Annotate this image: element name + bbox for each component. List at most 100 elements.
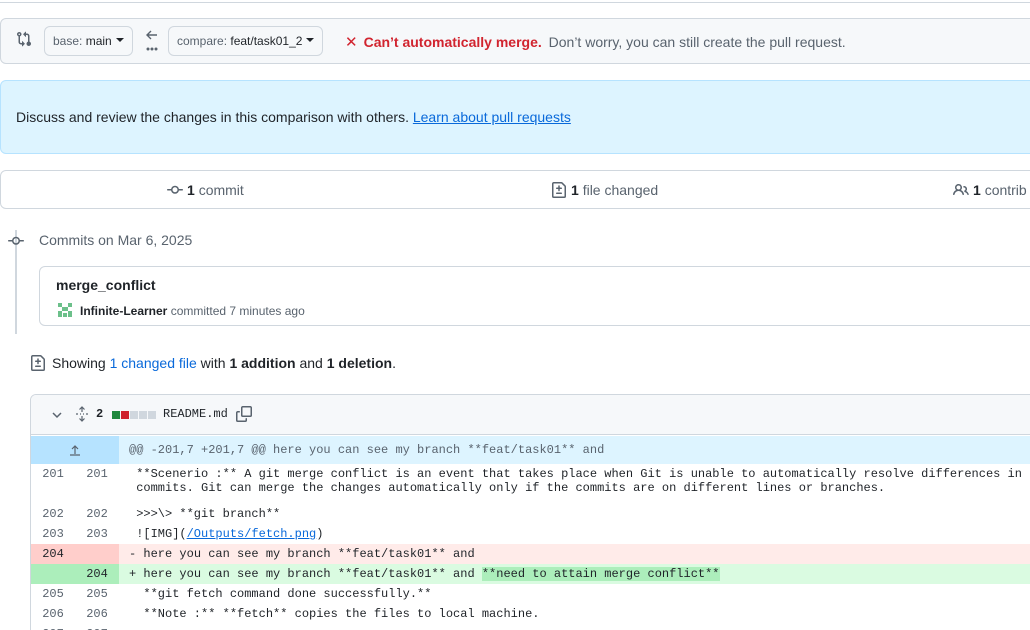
commit-author-link[interactable]: Infinite-Learner: [80, 304, 167, 318]
line-code: + here you can see my branch **feat/task…: [119, 564, 1030, 584]
file-diff: 2 README.md @@ -201,7 +201,7 @@ here you…: [30, 394, 1030, 630]
chevron-down-icon[interactable]: [51, 409, 63, 421]
commits-label: commit: [198, 182, 244, 198]
diffstat-block-neutral: [148, 411, 156, 419]
people-icon: [953, 183, 969, 196]
diff-table: @@ -201,7 +201,7 @@ here you can see my …: [31, 436, 1030, 630]
line-code: **git fetch command done successfully.**: [129, 587, 432, 601]
added-line: 204 + here you can see my branch **feat/…: [31, 564, 1030, 584]
copy-icon[interactable]: [236, 406, 252, 422]
line-code: - here you can see my branch **feat/task…: [119, 544, 1030, 564]
line-code: **Note :** **fetch** copies the files to…: [129, 607, 540, 621]
line-text: ![IMG](: [129, 527, 187, 541]
top-divider: [0, 0, 1030, 3]
file-diff-icon: [552, 182, 566, 198]
line-text: **Scenerio :** A git merge conflict is a…: [129, 467, 1022, 481]
files-changed-tab[interactable]: 1 file changed: [551, 182, 658, 198]
additions-count: 1 addition: [229, 355, 296, 371]
line-text: commits. Git can merge the changes autom…: [129, 481, 886, 495]
new-line-number[interactable]: 204: [75, 564, 119, 584]
unfold-icon[interactable]: [75, 406, 89, 422]
contributors-count: 1: [973, 182, 981, 198]
image-path-link: /Outputs/fetch.png: [186, 527, 317, 541]
compare-summary-bar: 1 commit 1 file changed 1 contrib: [0, 170, 1030, 209]
showing-with: with: [200, 355, 226, 371]
line-text: here you can see my branch **feat/task01…: [136, 567, 482, 581]
caret-down-icon: [306, 38, 315, 43]
changed-files-link[interactable]: 1 changed file: [110, 355, 197, 371]
avatar[interactable]: [56, 301, 74, 319]
diff-line: 206 206 **Note :** **fetch** copies the …: [31, 604, 1030, 624]
info-text-line: Discuss and review the changes in this c…: [16, 109, 571, 125]
arrow-left-icon: [146, 30, 158, 51]
merge-status-text: Don’t worry, you can still create the pu…: [548, 34, 846, 50]
hunk-header-row: @@ -201,7 +201,7 @@ here you can see my …: [31, 436, 1030, 464]
diffstat-blocks: [112, 411, 157, 419]
git-compare-icon: [17, 31, 32, 47]
old-line-number[interactable]: 206: [31, 604, 75, 624]
diffstat-block-del: [121, 411, 129, 419]
merge-status: ✕ Can’t automatically merge. Don’t worry,…: [345, 33, 846, 51]
new-line-number[interactable]: 207: [75, 624, 119, 630]
git-commit-icon: [167, 185, 183, 194]
commits-tab[interactable]: 1 commit: [167, 182, 244, 198]
diff-line: 202 202 >>>\> **git branch**: [31, 504, 1030, 524]
diff-line: 207 207: [31, 624, 1030, 630]
hunk-header: @@ -201,7 +201,7 @@ here you can see my …: [129, 443, 605, 457]
diffstat-block-neutral: [130, 411, 138, 419]
new-line-number[interactable]: [75, 544, 119, 564]
diff-line: 203 203 ![IMG](/Outputs/fetch.png): [31, 524, 1030, 544]
x-icon: ✕: [345, 34, 358, 51]
diff-line: 201 201 **Scenerio :** A git merge confl…: [31, 464, 1030, 504]
base-label: base:: [53, 34, 83, 48]
old-line-number[interactable]: [31, 564, 75, 584]
old-line-number[interactable]: 207: [31, 624, 75, 630]
line-text: here you can see my branch **feat/task01…: [136, 547, 475, 561]
commit-action: committed 7 minutes ago: [170, 304, 305, 318]
new-line-number[interactable]: 201: [75, 464, 119, 504]
showing-and: and: [299, 355, 323, 371]
new-line-number[interactable]: 205: [75, 584, 119, 604]
old-line-number[interactable]: 204: [31, 544, 75, 564]
old-line-number[interactable]: 205: [31, 584, 75, 604]
new-line-number[interactable]: 206: [75, 604, 119, 624]
commit-card: merge_conflict Infinite-Learner committe…: [39, 266, 1030, 326]
commit-title-link[interactable]: merge_conflict: [56, 277, 156, 293]
old-line-number[interactable]: 201: [31, 464, 75, 504]
line-code: **Scenerio :** A git merge conflict is a…: [119, 464, 1030, 504]
old-line-number[interactable]: 202: [31, 504, 75, 524]
line-code: ![IMG](/Outputs/fetch.png): [119, 524, 1030, 544]
files-label: file changed: [582, 182, 659, 198]
diffstat-block-neutral: [139, 411, 147, 419]
info-banner: Discuss and review the changes in this c…: [0, 80, 1030, 154]
old-line-number[interactable]: 203: [31, 524, 75, 544]
learn-pull-requests-link[interactable]: Learn about pull requests: [413, 109, 571, 125]
added-highlight: **need to attain merge conflict**: [481, 567, 720, 581]
diff-line: 205 205 **git fetch command done success…: [31, 584, 1030, 604]
diff-stats-line: Showing 1 changed file with 1 addition a…: [30, 355, 396, 371]
file-diff-icon: [31, 355, 45, 371]
base-value: main: [85, 34, 112, 48]
changes-count: 2: [96, 407, 104, 421]
info-text: Discuss and review the changes in this c…: [16, 109, 409, 125]
file-name-link[interactable]: README.md: [163, 407, 228, 421]
git-commit-icon: [8, 236, 24, 245]
new-line-number[interactable]: 202: [75, 504, 119, 524]
compare-value: feat/task01_2: [230, 34, 303, 48]
contributors-tab[interactable]: 1 contrib: [953, 182, 1027, 198]
commits-date-heading: Commits on Mar 6, 2025: [39, 232, 193, 248]
compare-label: compare:: [177, 34, 228, 48]
showing-suffix: .: [392, 355, 396, 371]
file-header: 2 README.md: [31, 395, 1030, 435]
contributors-label: contrib: [984, 182, 1027, 198]
compare-branch-select[interactable]: compare: feat/task01_2: [168, 26, 324, 56]
commits-count: 1: [187, 182, 195, 198]
compare-bar: base: main compare: feat/task01_2 ✕ Can’t…: [0, 18, 1030, 64]
expand-up-button[interactable]: [31, 436, 119, 464]
merge-status-title: Can’t automatically merge.: [363, 34, 542, 50]
line-code: >>>\> **git branch**: [129, 507, 281, 521]
base-branch-select[interactable]: base: main: [44, 26, 133, 56]
new-line-number[interactable]: 203: [75, 524, 119, 544]
deleted-line: 204 - here you can see my branch **feat/…: [31, 544, 1030, 564]
expand-up-icon: [70, 445, 80, 456]
